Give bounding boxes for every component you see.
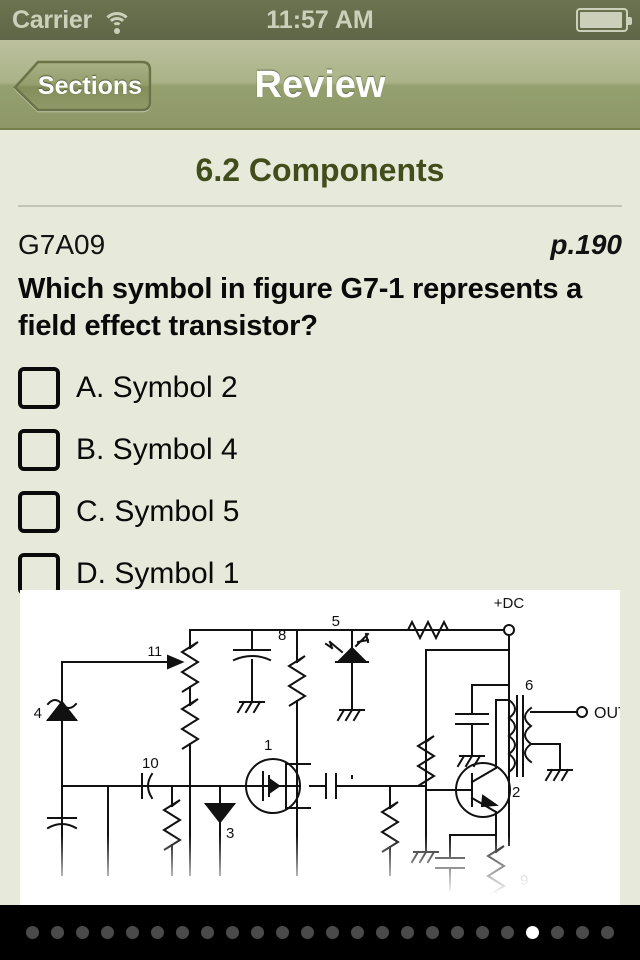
page-reference: p.190 — [550, 229, 622, 260]
answer-choice-a[interactable]: A. Symbol 2 — [18, 367, 622, 410]
divider — [18, 205, 622, 207]
page-dot[interactable] — [276, 926, 289, 939]
svg-text:+DC: +DC — [494, 595, 525, 612]
content-scroll-area[interactable]: 6.2 Components G7A09 p.190 Which symbol … — [0, 130, 640, 905]
wifi-icon — [101, 10, 132, 34]
answer-label-a: A. Symbol 2 — [76, 371, 238, 405]
checkbox-c[interactable] — [18, 491, 60, 534]
schematic-svg: +DC 11 8 5 6 OU 4 10 3 1 2 9 — [34, 595, 620, 903]
page-dot[interactable] — [51, 926, 64, 939]
svg-text:11: 11 — [147, 643, 162, 659]
page-dot[interactable] — [201, 926, 214, 939]
navigation-bar: Sections Review — [0, 40, 640, 130]
answer-choice-b[interactable]: B. Symbol 4 — [18, 429, 622, 472]
figure-g7-1[interactable]: +DC 11 8 5 6 OU 4 10 3 1 2 9 — [20, 590, 620, 905]
svg-text:9: 9 — [520, 872, 528, 889]
answer-label-c: C. Symbol 5 — [76, 495, 240, 529]
page-dot[interactable] — [101, 926, 114, 939]
svg-text:OUT: OUT — [594, 705, 620, 722]
page-dot[interactable] — [76, 926, 89, 939]
svg-text:5: 5 — [332, 613, 340, 630]
page-dot[interactable] — [151, 926, 164, 939]
answer-label-d: D. Symbol 1 — [76, 557, 240, 591]
page-dot[interactable] — [126, 926, 139, 939]
checkbox-d[interactable] — [18, 553, 60, 596]
svg-text:1: 1 — [264, 737, 272, 754]
page-dot[interactable] — [476, 926, 489, 939]
page-dot[interactable] — [176, 926, 189, 939]
page-dot[interactable] — [251, 926, 264, 939]
page-indicator[interactable] — [0, 905, 640, 960]
page-dot[interactable] — [576, 926, 589, 939]
page-dot[interactable] — [351, 926, 364, 939]
answer-choice-d[interactable]: D. Symbol 1 — [18, 553, 622, 596]
checkbox-b[interactable] — [18, 429, 60, 472]
page-dot[interactable] — [376, 926, 389, 939]
answer-choices-list: A. Symbol 2 B. Symbol 4 C. Symbol 5 D. S… — [0, 345, 640, 596]
page-dot[interactable] — [301, 926, 314, 939]
svg-text:2: 2 — [512, 784, 520, 801]
page-dot[interactable] — [551, 926, 564, 939]
page-dot[interactable] — [326, 926, 339, 939]
page-dot[interactable] — [526, 926, 539, 939]
answer-choice-c[interactable]: C. Symbol 5 — [18, 491, 622, 534]
answer-label-b: B. Symbol 4 — [76, 433, 238, 467]
carrier-label: Carrier — [12, 6, 92, 34]
page-dot[interactable] — [401, 926, 414, 939]
battery-icon — [576, 8, 632, 32]
page-dot[interactable] — [426, 926, 439, 939]
page-dot[interactable] — [451, 926, 464, 939]
svg-text:6: 6 — [525, 677, 533, 694]
section-title: 6.2 Components — [195, 152, 445, 188]
page-dot[interactable] — [501, 926, 514, 939]
page-title: Review — [254, 63, 386, 106]
svg-text:10: 10 — [142, 755, 159, 772]
question-header: G7A09 p.190 — [0, 229, 640, 261]
question-id: G7A09 — [18, 229, 106, 260]
svg-text:3: 3 — [226, 825, 234, 842]
status-bar: Carrier 11:57 AM — [0, 0, 640, 40]
question-text: Which symbol in figure G7-1 represents a… — [18, 273, 583, 343]
svg-text:8: 8 — [278, 627, 286, 644]
status-bar-right — [576, 8, 632, 32]
page-dot[interactable] — [601, 926, 614, 939]
page-dot[interactable] — [226, 926, 239, 939]
checkbox-a[interactable] — [18, 367, 60, 410]
app-root: Carrier 11:57 AM Sections Review 6.2 Com… — [0, 0, 640, 960]
status-bar-left: Carrier — [12, 6, 132, 34]
page-dot[interactable] — [26, 926, 39, 939]
svg-text:4: 4 — [34, 705, 42, 722]
